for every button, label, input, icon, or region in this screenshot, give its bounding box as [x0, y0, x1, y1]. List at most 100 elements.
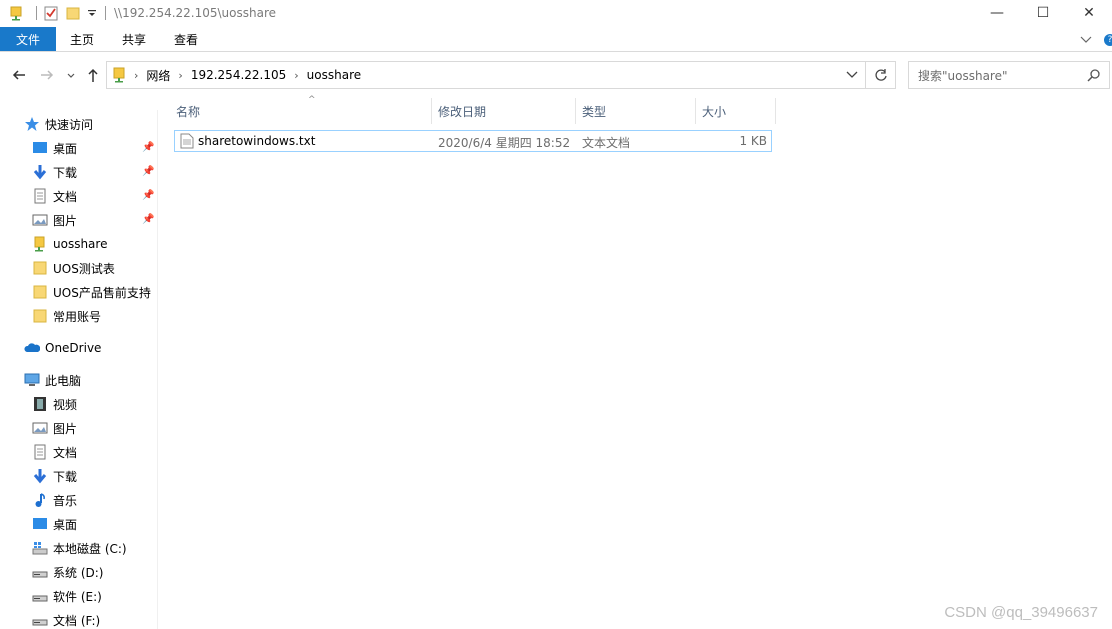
- computer-icon: [24, 372, 40, 388]
- sidebar-item-drive-c[interactable]: 本地磁盘 (C:): [32, 537, 127, 559]
- sidebar-item-pictures[interactable]: 图片: [32, 209, 77, 231]
- folder-icon: [32, 260, 48, 276]
- customize-toolbar-icon[interactable]: [87, 5, 97, 21]
- sidebar-item-music[interactable]: 音乐: [32, 489, 77, 511]
- chevron-down-icon: [846, 71, 858, 78]
- sidebar-item-label: 文档 (F:): [53, 613, 101, 628]
- sidebar-item-label: 桌面: [53, 141, 78, 156]
- forward-arrow-icon: [41, 70, 54, 80]
- sidebar-item-uos-test-sheet[interactable]: UOS测试表: [32, 257, 115, 279]
- file-list[interactable]: 名称 ^ 修改日期 类型 大小 sharetowindows.txt 2020/…: [158, 95, 1112, 629]
- sidebar-item-label: 快速访问: [45, 117, 94, 132]
- column-header-size[interactable]: 大小: [696, 98, 776, 124]
- network-folder-icon: [32, 236, 48, 252]
- sidebar-item-videos[interactable]: 视频: [32, 393, 77, 415]
- sidebar-item-label: 常用账号: [53, 309, 102, 324]
- file-type: 文本文档: [582, 136, 631, 150]
- chevron-right-icon[interactable]: ›: [294, 69, 298, 82]
- sidebar-item-label: 系统 (D:): [53, 565, 104, 580]
- picture-icon: [32, 420, 48, 436]
- sidebar-item-pc-documents[interactable]: 文档: [32, 441, 77, 463]
- new-folder-icon[interactable]: [65, 5, 81, 21]
- ribbon-tabs: 文件 主页 共享 查看 ?: [0, 27, 1112, 52]
- tab-share[interactable]: 共享: [108, 27, 160, 51]
- navigation-pane[interactable]: 快速访问 桌面 📌 下载 📌 文档 📌 图片 📌 uosshare UOS测试表…: [0, 110, 158, 629]
- expand-ribbon-icon[interactable]: [1080, 33, 1092, 47]
- search-input[interactable]: 搜索"uosshare": [908, 61, 1110, 89]
- sidebar-item-label: 音乐: [53, 493, 78, 508]
- chevron-right-icon[interactable]: ›: [178, 69, 182, 82]
- help-icon[interactable]: ?: [1104, 33, 1112, 46]
- column-header-type[interactable]: 类型: [576, 98, 696, 124]
- tab-file[interactable]: 文件: [0, 27, 56, 51]
- breadcrumb-share[interactable]: uosshare: [307, 68, 361, 82]
- sidebar-item-pc-downloads[interactable]: 下载: [32, 465, 77, 487]
- drive-icon: [32, 564, 48, 580]
- sidebar-item-uos-presales[interactable]: UOS产品售前支持: [32, 281, 151, 303]
- sidebar-item-desktop[interactable]: 桌面: [32, 137, 77, 159]
- sidebar-item-label: 软件 (E:): [53, 589, 102, 604]
- maximize-button[interactable]: ☐: [1020, 0, 1066, 25]
- sidebar-item-common-accounts[interactable]: 常用账号: [32, 305, 101, 327]
- download-arrow-icon: [32, 164, 48, 180]
- sidebar-item-drive-e[interactable]: 软件 (E:): [32, 585, 102, 607]
- up-button[interactable]: [84, 65, 102, 85]
- pin-icon[interactable]: 📌: [142, 166, 154, 177]
- column-header-date[interactable]: 修改日期: [432, 98, 576, 124]
- refresh-button[interactable]: [866, 61, 896, 89]
- sidebar-item-label: 图片: [53, 421, 78, 436]
- sidebar-item-quick-access[interactable]: 快速访问: [24, 113, 93, 135]
- title-bar: \\192.254.22.105\uosshare — ☐ ✕: [0, 0, 1112, 25]
- file-date: 2020/6/4 星期四 18:52: [438, 136, 571, 150]
- pin-icon[interactable]: 📌: [142, 214, 154, 225]
- window-controls: — ☐ ✕: [974, 0, 1112, 25]
- sidebar-item-pc-pictures[interactable]: 图片: [32, 417, 77, 439]
- sidebar-item-pc-desktop[interactable]: 桌面: [32, 513, 77, 535]
- sidebar-item-uosshare[interactable]: uosshare: [32, 233, 107, 255]
- close-button[interactable]: ✕: [1066, 0, 1112, 25]
- column-header-label: 类型: [582, 104, 607, 119]
- table-row[interactable]: sharetowindows.txt 2020/6/4 星期四 18:52 文本…: [174, 130, 772, 152]
- pin-icon[interactable]: 📌: [142, 142, 154, 153]
- drive-icon: [32, 612, 48, 628]
- search-icon[interactable]: [1087, 68, 1101, 82]
- chevron-right-icon[interactable]: ›: [134, 69, 138, 82]
- column-header-name[interactable]: 名称 ^: [170, 95, 432, 124]
- desktop-icon: [32, 516, 48, 532]
- pin-icon[interactable]: 📌: [142, 190, 154, 201]
- minimize-button[interactable]: —: [974, 0, 1020, 25]
- network-folder-icon: [112, 67, 126, 83]
- document-icon: [32, 444, 48, 460]
- address-history-button[interactable]: [839, 62, 865, 88]
- sidebar-item-label: uosshare: [53, 237, 108, 251]
- sidebar-item-this-pc[interactable]: 此电脑: [24, 369, 81, 391]
- sidebar-item-drive-d[interactable]: 系统 (D:): [32, 561, 103, 583]
- search-placeholder: 搜索"uosshare": [918, 68, 1008, 83]
- sidebar-item-label: 图片: [53, 213, 78, 228]
- sidebar-item-onedrive[interactable]: OneDrive: [24, 337, 101, 359]
- sidebar-item-documents[interactable]: 文档: [32, 185, 77, 207]
- address-bar[interactable]: › 网络 › 192.254.22.105 › uosshare: [106, 61, 866, 89]
- folder-icon: [32, 308, 48, 324]
- sidebar-item-drive-f[interactable]: 文档 (F:): [32, 609, 100, 629]
- properties-icon[interactable]: [43, 5, 59, 21]
- star-icon: [24, 116, 40, 132]
- recent-locations-button[interactable]: [64, 65, 78, 85]
- file-name[interactable]: sharetowindows.txt: [198, 134, 315, 148]
- breadcrumb-network[interactable]: 网络: [146, 67, 170, 84]
- tab-home[interactable]: 主页: [56, 27, 108, 51]
- breadcrumb-host[interactable]: 192.254.22.105: [191, 68, 286, 82]
- column-header-label: 大小: [702, 104, 727, 119]
- sidebar-item-label: 本地磁盘 (C:): [53, 541, 127, 556]
- back-button[interactable]: [10, 65, 28, 85]
- tab-view[interactable]: 查看: [160, 27, 212, 51]
- sidebar-item-label: OneDrive: [45, 341, 102, 355]
- forward-button[interactable]: [38, 65, 56, 85]
- video-icon: [32, 396, 48, 412]
- sidebar-item-downloads[interactable]: 下载: [32, 161, 77, 183]
- file-size: 1 KB: [739, 134, 767, 148]
- navigation-bar: › 网络 › 192.254.22.105 › uosshare 搜索"uoss…: [0, 59, 1112, 91]
- watermark: CSDN @qq_39496637: [944, 604, 1098, 621]
- separator: [105, 5, 106, 20]
- sidebar-item-label: UOS测试表: [53, 261, 115, 276]
